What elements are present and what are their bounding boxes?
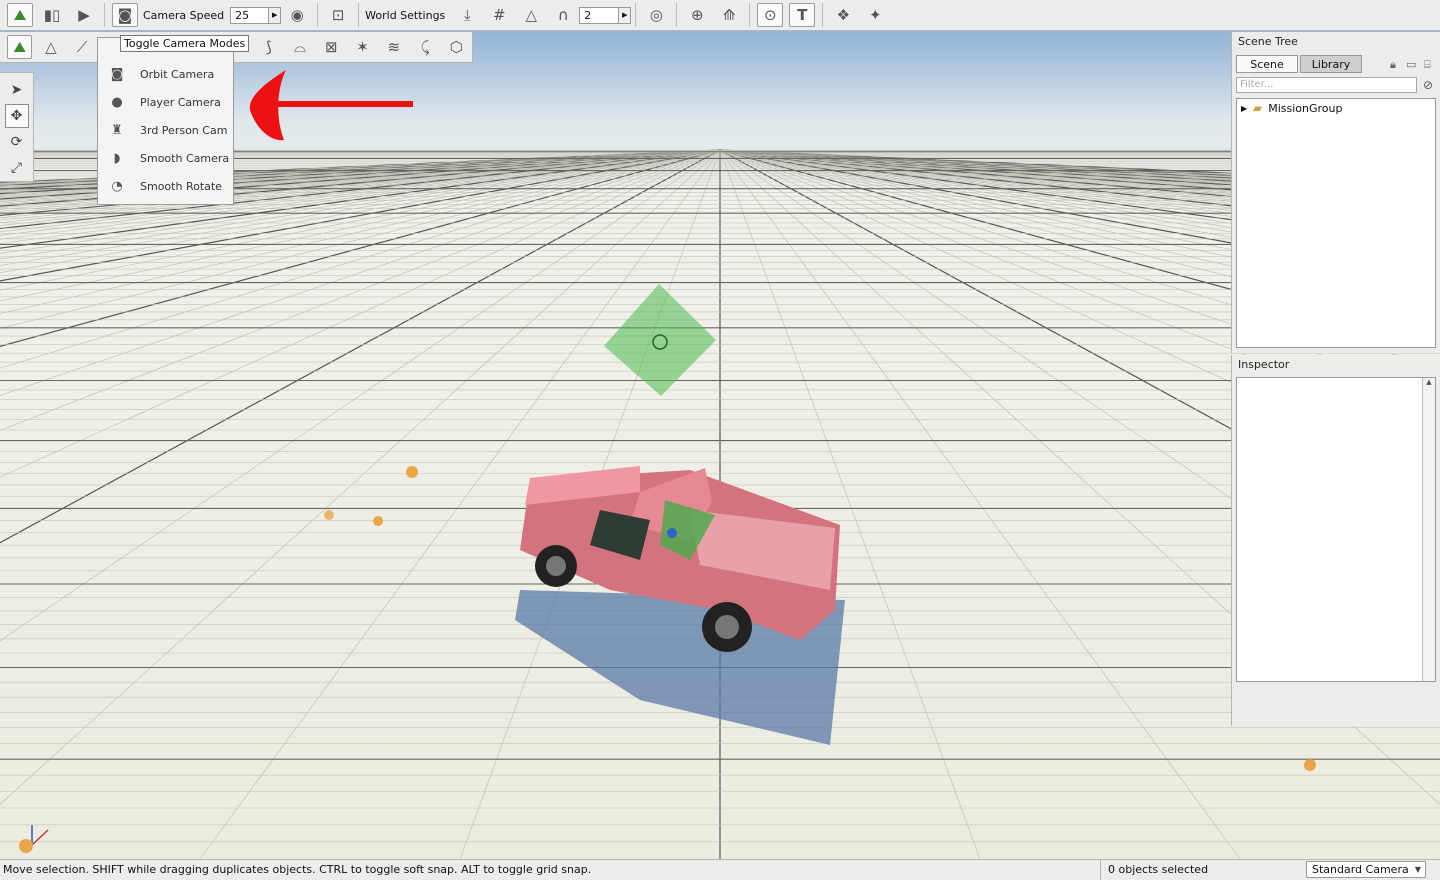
select-arrow-icon[interactable]: ➤ bbox=[5, 78, 29, 102]
smooth-camera-icon: ◗ bbox=[113, 150, 121, 166]
move-tool-icon[interactable]: ✥ bbox=[4, 104, 29, 128]
filter-input[interactable]: Filter... bbox=[1236, 77, 1417, 93]
world-settings-button[interactable]: World Settings bbox=[365, 9, 445, 22]
menu-item-label: Orbit Camera bbox=[140, 67, 215, 81]
inspector-panel: Inspector ▲ bbox=[1231, 355, 1440, 726]
forest-editor-icon[interactable]: ≋ bbox=[381, 35, 406, 59]
inspector-title: Inspector bbox=[1238, 358, 1290, 371]
play-icon[interactable]: ▶ bbox=[71, 3, 97, 27]
inspector-scrollbar[interactable]: ▲ bbox=[1422, 378, 1435, 681]
tab-scene[interactable]: Scene bbox=[1236, 55, 1298, 73]
menu-item-label: Player Camera bbox=[140, 95, 221, 109]
visibility-eye-icon[interactable]: ◉ bbox=[284, 3, 310, 27]
scene-tree-title: Scene Tree bbox=[1238, 35, 1298, 48]
magnet-snap-icon[interactable]: ∩ bbox=[550, 3, 576, 27]
toolbar-divider bbox=[749, 3, 751, 27]
annotation-arrow bbox=[249, 70, 413, 141]
menu-item-3rd-person-cam[interactable]: ♜ 3rd Person Cam bbox=[98, 116, 233, 144]
add-object-icon[interactable]: ⊕ bbox=[684, 3, 710, 27]
chevron-down-icon: ▼ bbox=[1414, 865, 1421, 874]
scene-tree-list[interactable]: ▶ ▰ MissionGroup bbox=[1236, 98, 1436, 348]
folder-icon: ▰ bbox=[1253, 101, 1263, 115]
menu-item-player-camera[interactable]: ● Player Camera bbox=[98, 88, 233, 116]
drop-to-ground-icon[interactable]: ⟰ bbox=[716, 3, 742, 27]
text-labels-icon[interactable]: T bbox=[789, 3, 816, 27]
toolbar-divider bbox=[104, 3, 105, 27]
filter-row: Filter... ⊘ bbox=[1236, 77, 1440, 93]
scale-tool-icon[interactable]: ⤢ bbox=[5, 156, 29, 180]
fit-view-icon[interactable]: ⊡ bbox=[325, 3, 351, 27]
inspector-content[interactable]: ▲ bbox=[1236, 377, 1436, 682]
menu-item-smooth-camera[interactable]: ◗ Smooth Camera bbox=[98, 144, 233, 172]
player-camera-icon: ● bbox=[111, 94, 123, 110]
menu-item-label: Smooth Camera bbox=[140, 151, 230, 165]
toolbar-divider bbox=[358, 3, 360, 27]
toolbar-divider bbox=[676, 3, 678, 27]
new-group-icon[interactable]: ▭ bbox=[1406, 58, 1416, 71]
camera-mode-select[interactable]: Standard Camera ▼ bbox=[1306, 861, 1426, 878]
wings-icon[interactable]: ✦ bbox=[862, 3, 888, 27]
menu-item-label: Smooth Rotate bbox=[140, 179, 222, 193]
delete-bin-icon[interactable]: ⌸ bbox=[1424, 58, 1431, 72]
camera-modes-menu: ◙ Orbit Camera ● Player Camera ♜ 3rd Per… bbox=[97, 37, 234, 205]
road-editor-icon[interactable]: ⌓ bbox=[287, 35, 312, 59]
camera-mode-icon[interactable]: ◙ bbox=[112, 3, 138, 27]
terrain-painter-icon[interactable]: ⟋ bbox=[70, 35, 95, 59]
toggle-camera-modes-tooltip: Toggle Camera Modes bbox=[120, 35, 250, 52]
expand-arrow-icon[interactable]: ▶ bbox=[1241, 104, 1253, 113]
menu-item-smooth-rotate[interactable]: ◔ Smooth Rotate bbox=[98, 172, 233, 200]
snap-size-arrow-icon[interactable]: ▶ bbox=[618, 7, 631, 23]
tree-item-missiongroup[interactable]: ▶ ▰ MissionGroup bbox=[1237, 99, 1435, 117]
tab-library[interactable]: Library bbox=[1300, 55, 1362, 73]
camera-speed-arrow-icon[interactable]: ▶ bbox=[268, 7, 281, 23]
snap-size-value[interactable]: 2 bbox=[580, 9, 618, 22]
menu-item-label: 3rd Person Cam bbox=[140, 123, 228, 137]
layout-icon[interactable]: ▮▯ bbox=[39, 3, 65, 27]
toolbar-divider bbox=[635, 3, 637, 27]
decal-editor-icon[interactable]: ✶ bbox=[350, 35, 375, 59]
camera-mode-value: Standard Camera bbox=[1312, 863, 1409, 876]
status-message: Move selection. SHIFT while dragging dup… bbox=[3, 863, 592, 876]
scene-tree-panel: Scene Tree Scene Library 🔒︎ ▭ ⌸ Filter..… bbox=[1231, 32, 1440, 353]
river-editor-icon[interactable]: ⟆ bbox=[256, 35, 281, 59]
toolbar-divider bbox=[317, 3, 319, 27]
menu-item-orbit-camera[interactable]: ◙ Orbit Camera bbox=[98, 60, 233, 88]
axis-gizmo bbox=[19, 825, 49, 853]
tool-palette: ➤ ✥ ⟳ ⤢ bbox=[0, 72, 34, 182]
grid-snap-icon[interactable]: # bbox=[486, 3, 512, 27]
center-selection-icon[interactable]: ⊙ bbox=[757, 3, 784, 27]
tree-item-label: MissionGroup bbox=[1268, 101, 1343, 115]
orbit-camera-icon: ◙ bbox=[110, 66, 124, 82]
third-person-cam-icon: ♜ bbox=[111, 122, 123, 138]
status-bar: Move selection. SHIFT while dragging dup… bbox=[0, 859, 1440, 880]
camera-speed-value[interactable]: 25 bbox=[231, 9, 268, 22]
object-select-icon[interactable]: ◎ bbox=[643, 3, 669, 27]
trigger-zone bbox=[604, 284, 716, 396]
main-toolbar: ⛰ ▮▯ ▶ ◙ Camera Speed 25 ▶ ◉ ⊡ World Set… bbox=[0, 0, 1440, 31]
snap-size-field[interactable]: 2 ▶ bbox=[579, 6, 632, 24]
navmesh-editor-icon[interactable]: ⤹ bbox=[412, 35, 437, 59]
snap-to-terrain-icon[interactable]: ⤓ bbox=[454, 3, 480, 27]
camera-speed-label: Camera Speed bbox=[143, 8, 225, 22]
selection-count: 0 objects selected bbox=[1100, 860, 1208, 880]
toolbar-divider bbox=[822, 3, 824, 27]
lock-icon[interactable]: 🔒︎ bbox=[1390, 58, 1396, 72]
object-editor-icon[interactable]: ⛰ bbox=[7, 35, 33, 59]
clear-filter-icon[interactable]: ⊘ bbox=[1421, 78, 1435, 92]
world-editor-icon[interactable]: ⛰ bbox=[7, 3, 33, 27]
mesh-road-editor-icon[interactable]: ⊠ bbox=[319, 35, 344, 59]
terrain-editor-icon[interactable]: △ bbox=[38, 35, 63, 59]
physics-icon[interactable]: ❖ bbox=[830, 3, 856, 27]
rotate-tool-icon[interactable]: ⟳ bbox=[5, 130, 29, 154]
bounds-snap-icon[interactable]: △ bbox=[518, 3, 544, 27]
convex-editor-icon[interactable]: ⬡ bbox=[444, 35, 469, 59]
camera-speed-field[interactable]: 25 ▶ bbox=[230, 6, 282, 24]
smooth-rotate-icon: ◔ bbox=[111, 178, 123, 194]
scroll-up-icon[interactable]: ▲ bbox=[1423, 378, 1435, 386]
